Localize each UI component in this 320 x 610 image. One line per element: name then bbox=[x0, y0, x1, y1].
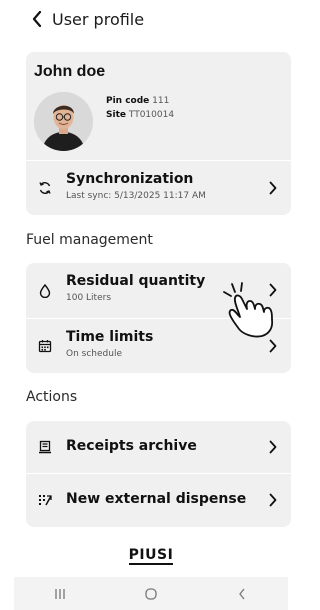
sync-title: Synchronization bbox=[66, 171, 194, 187]
receipts-title: Receipts archive bbox=[66, 438, 197, 454]
new-external-dispense-row[interactable]: New external dispense bbox=[26, 474, 291, 527]
receipts-archive-row[interactable]: Receipts archive bbox=[26, 421, 291, 473]
site-value: TT010014 bbox=[128, 110, 175, 120]
recent-apps-icon[interactable] bbox=[50, 584, 70, 604]
system-navbar bbox=[14, 577, 288, 610]
receipt-icon bbox=[36, 438, 54, 456]
actions-card: Receipts archive New external dispense bbox=[26, 421, 291, 527]
residual-subtitle: 100 Liters bbox=[66, 293, 112, 303]
home-icon[interactable] bbox=[141, 584, 161, 604]
brand-logo: PIUSI bbox=[0, 544, 302, 565]
time-limits-text: Time limits On schedule bbox=[66, 329, 153, 359]
residual-title: Residual quantity bbox=[66, 273, 206, 289]
calendar-icon bbox=[36, 337, 54, 355]
sync-text: Synchronization Last sync: 5/13/2025 11:… bbox=[66, 171, 206, 201]
pin-label: Pin code bbox=[106, 96, 150, 106]
site-label: Site bbox=[106, 110, 126, 120]
section-actions: Actions bbox=[26, 389, 78, 405]
chevron-right-icon bbox=[267, 439, 279, 455]
profile-card: John doe Pin code 111 Site TT010014 Sync… bbox=[26, 52, 291, 215]
residual-text: Residual quantity 100 Liters bbox=[66, 273, 205, 303]
chevron-right-icon bbox=[267, 338, 279, 354]
chevron-right-icon bbox=[267, 492, 279, 508]
time-limits-title: Time limits bbox=[66, 329, 154, 345]
sync-row[interactable]: Synchronization Last sync: 5/13/2025 11:… bbox=[26, 161, 291, 215]
top-bar: User profile bbox=[0, 0, 302, 38]
section-fuel-management: Fuel management bbox=[26, 232, 153, 248]
back-icon[interactable] bbox=[232, 584, 252, 604]
brand-logo-text: PIUSI bbox=[128, 547, 174, 565]
tap-hand-icon bbox=[222, 282, 282, 338]
page-title: User profile bbox=[52, 9, 145, 29]
time-limits-subtitle: On schedule bbox=[66, 349, 122, 359]
profile-meta: Pin code 111 Site TT010014 bbox=[106, 94, 174, 122]
pin-value: 111 bbox=[152, 96, 170, 106]
sync-icon bbox=[36, 179, 54, 197]
dispense-title: New external dispense bbox=[66, 491, 247, 507]
user-name: John doe bbox=[34, 63, 106, 80]
sync-subtitle: Last sync: 5/13/2025 11:17 AM bbox=[66, 191, 206, 201]
avatar bbox=[34, 92, 93, 151]
dispense-text: New external dispense bbox=[66, 491, 246, 507]
chevron-right-icon bbox=[267, 180, 279, 196]
droplet-icon bbox=[36, 282, 54, 300]
chevron-left-icon[interactable] bbox=[28, 9, 46, 29]
dispense-icon bbox=[36, 491, 54, 509]
receipts-text: Receipts archive bbox=[66, 438, 197, 454]
